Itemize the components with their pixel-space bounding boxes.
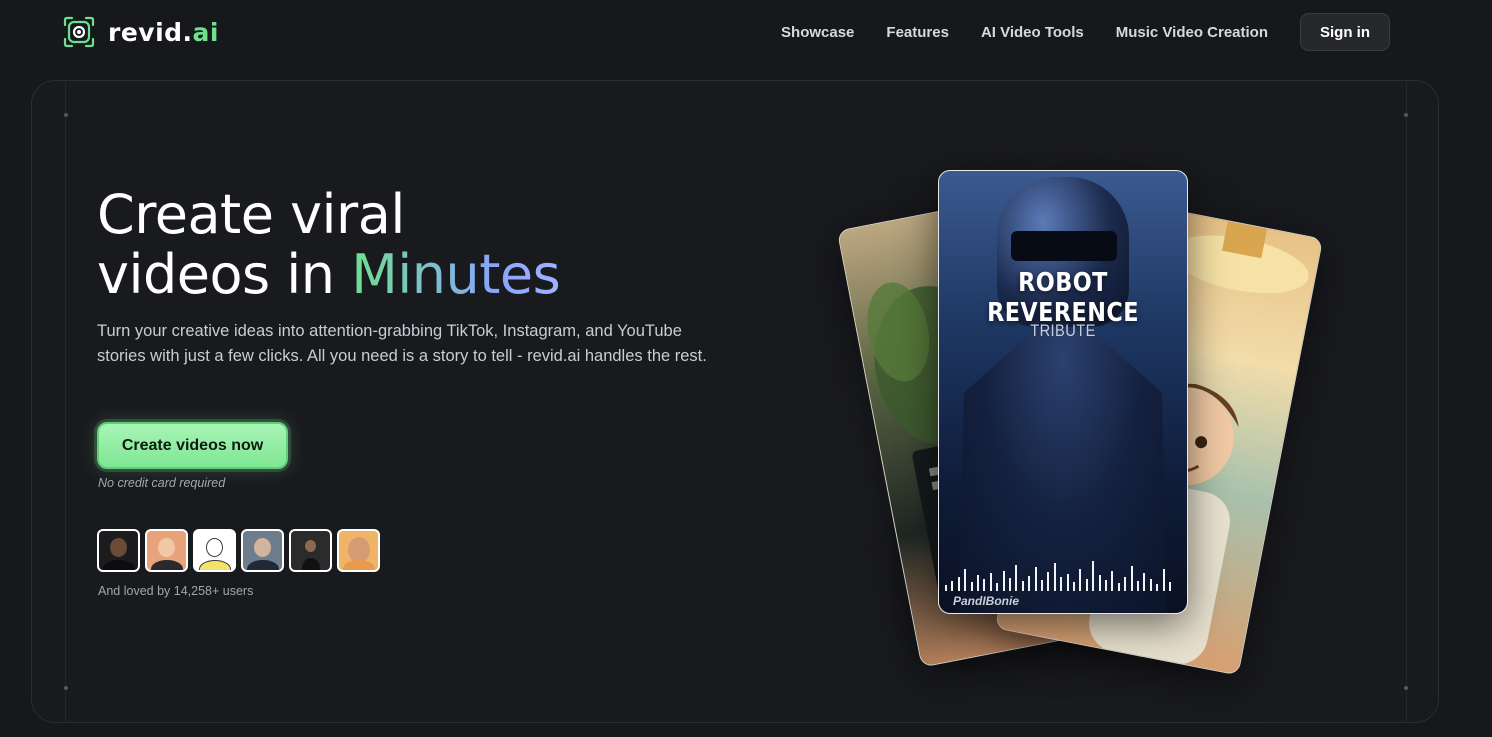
nav-links: Showcase Features AI Video Tools Music V… [781,13,1390,51]
robot-visor [1011,231,1117,261]
waveform-bar [996,583,999,591]
waveform-bar [951,581,954,591]
user-avatars [97,529,385,572]
headline-highlight: Minutes [351,243,561,306]
waveform-bar [970,582,973,591]
waveform-bar [1002,571,1005,591]
waveform-bar [1124,577,1127,591]
waveform-bar [977,575,979,591]
waveform-bar [1169,582,1171,591]
no-credit-card-note: No credit card required [98,476,226,490]
nav-link-features[interactable]: Features [886,24,949,41]
avatar [193,529,236,572]
hero-headline: Create viral videos in Minutes [97,183,561,306]
nav-link-showcase[interactable]: Showcase [781,24,854,41]
hero-subtitle: Turn your creative ideas into attention-… [97,322,707,365]
waveform-bar [1111,571,1114,591]
revid-logo-icon [62,15,96,49]
video-card-title: ROBOT REVERENCE [987,268,1139,328]
nav-link-music-video-creation[interactable]: Music Video Creation [1116,24,1268,41]
audio-waveform [945,555,1181,591]
sign-in-button[interactable]: Sign in [1300,13,1390,51]
waveform-bar [1130,566,1133,591]
waveform-bar [1156,584,1159,591]
top-nav: revid.ai Showcase Features AI Video Tool… [0,0,1492,64]
waveform-bar [983,579,986,591]
avatar [145,529,188,572]
avatar [289,529,332,572]
video-card-subtitle: TRIBUTE [1030,321,1096,340]
social-proof-text: And loved by 14,258+ users [98,584,254,598]
waveform-bar [1066,574,1069,591]
brand-name: revid.ai [108,17,219,47]
nav-link-ai-video-tools[interactable]: AI Video Tools [981,24,1084,41]
waveform-bar [1060,577,1063,591]
waveform-bar [1092,561,1095,591]
waveform-bar [1105,580,1107,591]
waveform-bar [1149,579,1152,591]
waveform-bar [1117,583,1120,591]
waveform-bar [1143,573,1146,591]
waveform-bar [1021,581,1024,591]
waveform-bar [989,573,992,591]
waveform-bar [957,577,960,591]
guide-line-left [65,81,66,722]
waveform-bar [964,569,967,591]
guide-line-right [1406,81,1407,722]
waveform-bar [1085,579,1088,591]
guide-dot [1404,686,1408,690]
headline-line-1: Create viral [97,183,405,246]
waveform-bar [1034,567,1037,591]
waveform-bar [1041,580,1043,591]
avatar [337,529,380,572]
brand-logo[interactable]: revid.ai [62,14,219,50]
waveform-bar [1009,578,1011,591]
video-card-watermark: PandIBonie [953,594,1020,608]
waveform-bar [1162,569,1165,591]
headline-line-2: videos in [97,243,352,306]
waveform-bar [1015,565,1018,591]
waveform-bar [1053,563,1056,591]
guide-dot [64,113,68,117]
waveform-bar [1079,569,1082,591]
waveform-bar [1047,572,1050,591]
waveform-bar [1098,575,1101,591]
waveform-bar [1137,581,1139,591]
waveform-bar [1073,582,1075,591]
waveform-bar [1028,576,1031,591]
create-videos-button[interactable]: Create videos now [97,422,288,469]
avatar [241,529,284,572]
waveform-bar [945,585,947,591]
guide-dot [1404,113,1408,117]
avatar [97,529,140,572]
hero-section: Create viral videos in Minutes Turn your… [31,80,1439,723]
video-card-main[interactable]: ROBOT REVERENCE TRIBUTE PandIBonie [938,170,1188,614]
guide-dot [64,686,68,690]
